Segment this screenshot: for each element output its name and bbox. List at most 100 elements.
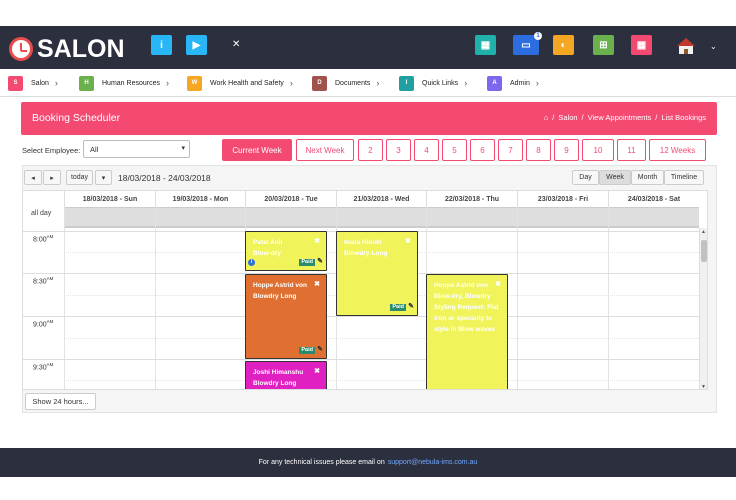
week-9-button[interactable]: 9 — [554, 139, 579, 161]
nav-badge: A — [487, 75, 502, 91]
scroll-thumb[interactable] — [701, 240, 707, 262]
view-month-button[interactable]: Month — [631, 170, 664, 185]
breadcrumb-view-appointments[interactable]: View Appointments — [588, 113, 652, 122]
brand-logo[interactable]: SALON — [9, 35, 125, 63]
employee-select[interactable]: All ▾ — [83, 140, 190, 158]
close-icon[interactable]: ✖ — [495, 279, 501, 290]
today-button[interactable]: today — [66, 170, 93, 185]
chevron-right-icon: › — [289, 78, 293, 88]
chat-badge: 1 — [534, 32, 542, 40]
dashboard-button[interactable]: ◐ — [553, 35, 574, 55]
date-range: 18/03/2018 - 24/03/2018 — [118, 173, 211, 183]
chevron-down-icon[interactable]: ⌄ — [710, 42, 717, 51]
scroll-down-icon[interactable]: ▼ — [701, 384, 706, 389]
week-11-button[interactable]: 11 — [617, 139, 646, 161]
close-icon[interactable]: ✖ — [314, 236, 320, 247]
prev-button[interactable]: ◂ — [24, 170, 42, 185]
close-icon[interactable]: ✖ — [314, 279, 320, 290]
week-4-button[interactable]: 4 — [414, 139, 439, 161]
close-icon[interactable]: ✖ — [405, 236, 411, 247]
scroll-up-icon[interactable]: ▲ — [701, 229, 706, 235]
chevron-right-icon: ▸ — [50, 174, 54, 182]
week-3-button[interactable]: 3 — [386, 139, 411, 161]
view-timeline-button[interactable]: Timeline — [664, 170, 704, 185]
day-header: 19/03/2018 - Mon — [155, 191, 245, 207]
next-week-button[interactable]: Next Week — [296, 139, 354, 161]
view-day-button[interactable]: Day — [572, 170, 599, 185]
nav-badge: W — [187, 75, 202, 91]
close-icon[interactable]: ✖ — [314, 366, 320, 377]
nav-item-documents[interactable]: D Documents › — [312, 75, 379, 91]
week-8-button[interactable]: 8 — [526, 139, 551, 161]
time-label: 9:30AM — [33, 362, 54, 372]
view-week-button[interactable]: Week — [599, 170, 631, 185]
paid-badge: Paid — [390, 304, 406, 311]
time-label: 8:00AM — [33, 234, 54, 244]
show-24-hours-button[interactable]: Show 24 hours... — [25, 393, 96, 410]
nav-label: Human Resources — [102, 79, 160, 87]
hour-row — [23, 316, 699, 317]
event-iwata-hideki[interactable]: Iwata Hideki Blowdry Long ✖ Paid ✎ — [336, 231, 418, 316]
nav-label: Admin — [510, 79, 530, 87]
event-hoppe-astrid-thu[interactable]: Hoppe Astrid von Blow-dry, Blowdry Styli… — [426, 274, 508, 389]
top-band — [0, 0, 736, 26]
nav-badge: S — [8, 75, 23, 91]
home-icon[interactable]: ⌂ — [544, 113, 549, 122]
chevron-right-icon: › — [376, 78, 380, 88]
breadcrumb-salon[interactable]: Salon — [558, 113, 577, 122]
week-7-button[interactable]: 7 — [498, 139, 523, 161]
day-header: 23/03/2018 - Fri — [517, 191, 608, 207]
cart-icon: ⊞ — [599, 39, 608, 51]
nav-item-quick-links[interactable]: I Quick Links › — [399, 75, 467, 91]
day-header: 21/03/2018 - Wed — [336, 191, 426, 207]
half-row — [64, 338, 699, 339]
cart-button[interactable]: ⊞ — [593, 35, 614, 55]
edit-icon[interactable]: ✎ — [408, 301, 414, 312]
date-picker-button[interactable]: ▾ — [95, 170, 112, 185]
employee-select-value: All — [90, 145, 99, 154]
nav-item-work-health-safety[interactable]: W Work Health and Safety › — [187, 75, 293, 91]
chevron-right-icon: › — [165, 78, 169, 88]
nav-item-salon[interactable]: S Salon › — [8, 75, 58, 91]
event-patel-anil[interactable]: Patel Anil Blow-dry ✖ i Paid ✎ — [245, 231, 327, 271]
paid-badge: Paid — [299, 347, 315, 354]
event-joshi-himanshu[interactable]: Joshi Himanshu Blowdry Long ✖ — [245, 361, 327, 389]
week-2-button[interactable]: 2 — [358, 139, 383, 161]
user-avatar-icon[interactable] — [676, 37, 696, 55]
edit-icon[interactable]: ✎ — [317, 256, 323, 267]
support-email-link[interactable]: support@nebula-ims.com.au — [388, 459, 478, 466]
calendar-scrollbar[interactable]: ▲ ▼ — [699, 228, 707, 389]
chevron-right-icon: › — [464, 78, 468, 88]
nav-item-admin[interactable]: A Admin › — [487, 75, 539, 91]
expand-icon[interactable]: ✕ — [232, 39, 240, 50]
calendar-check-button[interactable]: ▦ — [475, 35, 496, 55]
info-icon[interactable]: i — [248, 259, 255, 266]
edit-icon[interactable]: ✎ — [317, 344, 323, 355]
chevron-left-icon: ◂ — [31, 174, 35, 182]
week-12-button[interactable]: 12 Weeks — [649, 139, 706, 161]
week-10-button[interactable]: 10 — [582, 139, 614, 161]
event-hoppe-astrid[interactable]: Hoppe Astrid von Blowdry Long ✖ Paid ✎ — [245, 274, 327, 359]
event-service: Blowdry Long — [253, 380, 297, 387]
calendar-button[interactable]: ▦ — [631, 35, 652, 55]
week-5-button[interactable]: 5 — [442, 139, 467, 161]
nav-item-human-resources[interactable]: H Human Resources › — [79, 75, 169, 91]
calendar-icon: ▦ — [636, 39, 647, 51]
video-button[interactable]: ▶ — [186, 35, 207, 55]
day-header: 22/03/2018 - Thu — [426, 191, 517, 207]
allday-label: all day — [31, 210, 52, 217]
allday-row[interactable] — [64, 207, 699, 228]
grid-line — [517, 207, 518, 389]
breadcrumb-list-bookings[interactable]: List Bookings — [661, 113, 706, 122]
chevron-right-icon: › — [54, 78, 58, 88]
nav-label: Salon — [31, 79, 49, 87]
next-button[interactable]: ▸ — [43, 170, 61, 185]
event-name: Patel Anil — [253, 239, 283, 246]
info-button[interactable]: i — [151, 35, 172, 55]
caret-down-icon: ▾ — [101, 174, 106, 182]
current-week-button[interactable]: Current Week — [222, 139, 292, 161]
chat-button[interactable]: ▭ 1 — [513, 32, 542, 55]
day-header: 24/03/2018 - Sat — [608, 191, 699, 207]
week-6-button[interactable]: 6 — [470, 139, 495, 161]
event-service: Blowdry Long — [344, 250, 388, 257]
